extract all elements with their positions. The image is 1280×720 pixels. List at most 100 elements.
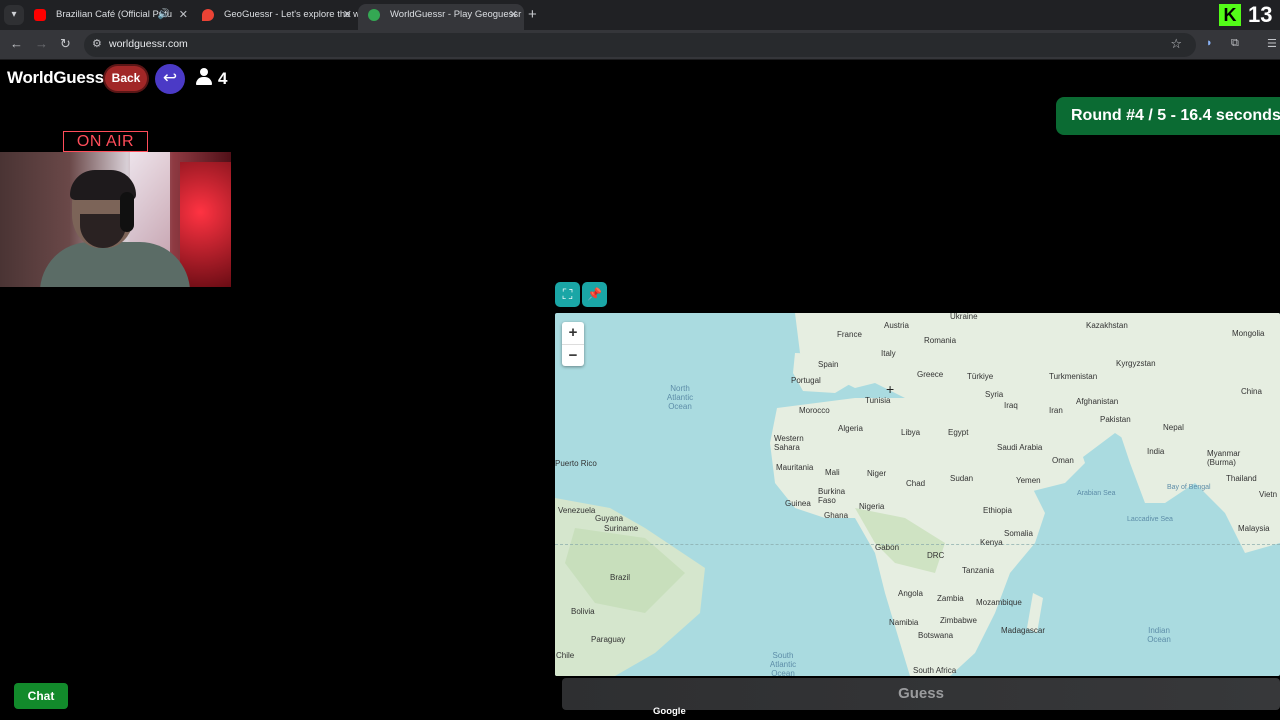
map-label: Zimbabwe [940, 616, 977, 625]
map-label: Italy [881, 349, 896, 358]
map-label: Tunisia [865, 396, 891, 405]
tab-worldguessr[interactable]: WorldGuessr - Play Geoguessr ✕ [358, 4, 524, 30]
return-arrow-icon[interactable]: ↩ [155, 64, 185, 94]
address-bar[interactable]: ⚙ worldguessr.com ☆ [84, 33, 1196, 57]
map-label: South Africa [913, 666, 957, 675]
map-label: Paraguay [591, 635, 626, 644]
map-label: Indian Ocean [1147, 626, 1171, 644]
map-label: Arabian Sea [1077, 490, 1116, 497]
google-attribution: Google [653, 706, 686, 717]
map-label: Burkina Faso [818, 487, 846, 505]
map-label: Ghana [824, 511, 849, 520]
tab-title: WorldGuessr - Play Geoguessr [390, 9, 522, 20]
map-label: Sudan [950, 474, 974, 483]
map-label: Spain [818, 360, 839, 369]
extensions-puzzle-icon[interactable]: ⧉ [1231, 37, 1239, 50]
map-label: Chile [556, 651, 575, 660]
map-label: Nigeria [859, 502, 885, 511]
map-pin-icon [202, 9, 214, 21]
map-label: Malaysia [1238, 524, 1270, 533]
map-label: Ethiopia [983, 506, 1012, 515]
close-tab-icon[interactable]: ✕ [343, 4, 352, 26]
map-label: Puerto Rico [555, 459, 597, 468]
map-label: Vietn [1259, 490, 1278, 499]
map-label: Morocco [799, 406, 830, 415]
equator-line [555, 544, 1280, 545]
tab-search-button[interactable]: ▾ [4, 5, 24, 25]
kick-logo-icon: K [1219, 4, 1241, 26]
url-text: worldguessr.com [109, 38, 188, 50]
map-label: Ukraine [950, 312, 978, 321]
map-label: Portugal [791, 376, 821, 385]
map-label: Chad [906, 479, 926, 488]
map-label: Iran [1049, 406, 1063, 415]
map-label: Angola [898, 589, 923, 598]
map-label: Western Sahara [774, 434, 804, 452]
map-label: Pakistan [1100, 415, 1131, 424]
map-label: Venezuela [558, 506, 596, 515]
map-label: Turkmenistan [1049, 372, 1098, 381]
map-label: Guinea [785, 499, 811, 508]
map-label: DRC [927, 551, 945, 560]
map-label: Suriname [604, 524, 639, 533]
map-label: Egypt [948, 428, 969, 437]
game-title: WorldGuessr [7, 68, 111, 87]
map-label: Kenya [980, 538, 1003, 547]
map-label: Gabon [875, 543, 900, 552]
globe-icon [368, 9, 380, 21]
map-label: Somalia [1004, 529, 1033, 538]
map-label: Saudi Arabia [997, 443, 1043, 452]
menu-icon[interactable]: ☰ [1267, 37, 1277, 50]
browser-tab-strip: ▾ Brazilian Café (Official Putu 🔊 ✕ GeoG… [0, 0, 1280, 30]
speaker-icon[interactable]: 🔊 [158, 4, 170, 26]
webcam-feed [0, 152, 231, 287]
map-label: Syria [985, 390, 1004, 399]
map-label: Tanzania [962, 566, 995, 575]
player-count: 4 [196, 68, 227, 89]
map-label: Austria [884, 321, 909, 330]
map-label: Guyana [595, 514, 624, 523]
map-label: Kazakhstan [1086, 321, 1128, 330]
reload-icon[interactable]: ↻ [60, 36, 71, 52]
new-tab-button[interactable]: + [528, 6, 537, 23]
map-label: Greece [917, 370, 944, 379]
back-button[interactable]: Back [105, 66, 147, 91]
map-label: Libya [901, 428, 921, 437]
map-label: Myanmar (Burma) [1207, 449, 1241, 467]
close-tab-icon[interactable]: ✕ [509, 4, 518, 26]
tab-title: Brazilian Café (Official Putu [56, 9, 172, 20]
map-label: Niger [867, 469, 887, 478]
map-label: Mauritania [776, 463, 814, 472]
chat-button[interactable]: Chat [14, 683, 68, 709]
map-label: Kyrgyzstan [1116, 359, 1156, 368]
map-label: South Atlantic Ocean [769, 651, 797, 678]
back-arrow-icon[interactable]: ← [10, 36, 23, 51]
viewer-count: 13 [1248, 2, 1273, 27]
map-label: Mozambique [976, 598, 1022, 607]
close-tab-icon[interactable]: ✕ [179, 4, 188, 26]
pin-icon[interactable]: 📌 [582, 282, 607, 307]
youtube-icon [34, 9, 46, 21]
bookmark-star-icon[interactable]: ☆ [1170, 36, 1182, 52]
extension-icon[interactable]: ◗ [1206, 37, 1213, 49]
map-label: Afghanistan [1076, 397, 1119, 406]
map-label: Mali [825, 468, 840, 477]
user-icon [196, 68, 212, 86]
zoom-out-button[interactable]: − [562, 344, 584, 366]
round-timer-badge: Round #4 / 5 - 16.4 seconds [1056, 97, 1280, 135]
fullscreen-icon[interactable]: ⛶ [555, 282, 580, 307]
map-label: Thailand [1226, 474, 1257, 483]
map-label: Bolivia [571, 607, 595, 616]
site-info-icon[interactable]: ⚙ [92, 37, 102, 50]
map-label: Madagascar [1001, 626, 1046, 635]
map-label: Botswana [918, 631, 954, 640]
tab-title: GeoGuessr - Let's explore the w [224, 9, 358, 20]
browser-toolbar: ← → ↻ ⚙ worldguessr.com ☆ ◗ ⧉ ☰ [0, 30, 1280, 60]
zoom-in-button[interactable]: + [562, 322, 584, 344]
tab-geoguessr[interactable]: GeoGuessr - Let's explore the w ✕ [192, 4, 358, 30]
map-label: France [837, 330, 862, 339]
map-label: Türkiye [967, 372, 994, 381]
tab-youtube[interactable]: Brazilian Café (Official Putu 🔊 ✕ [24, 4, 194, 30]
map-label: Nepal [1163, 423, 1184, 432]
forward-arrow-icon[interactable]: → [35, 36, 48, 51]
